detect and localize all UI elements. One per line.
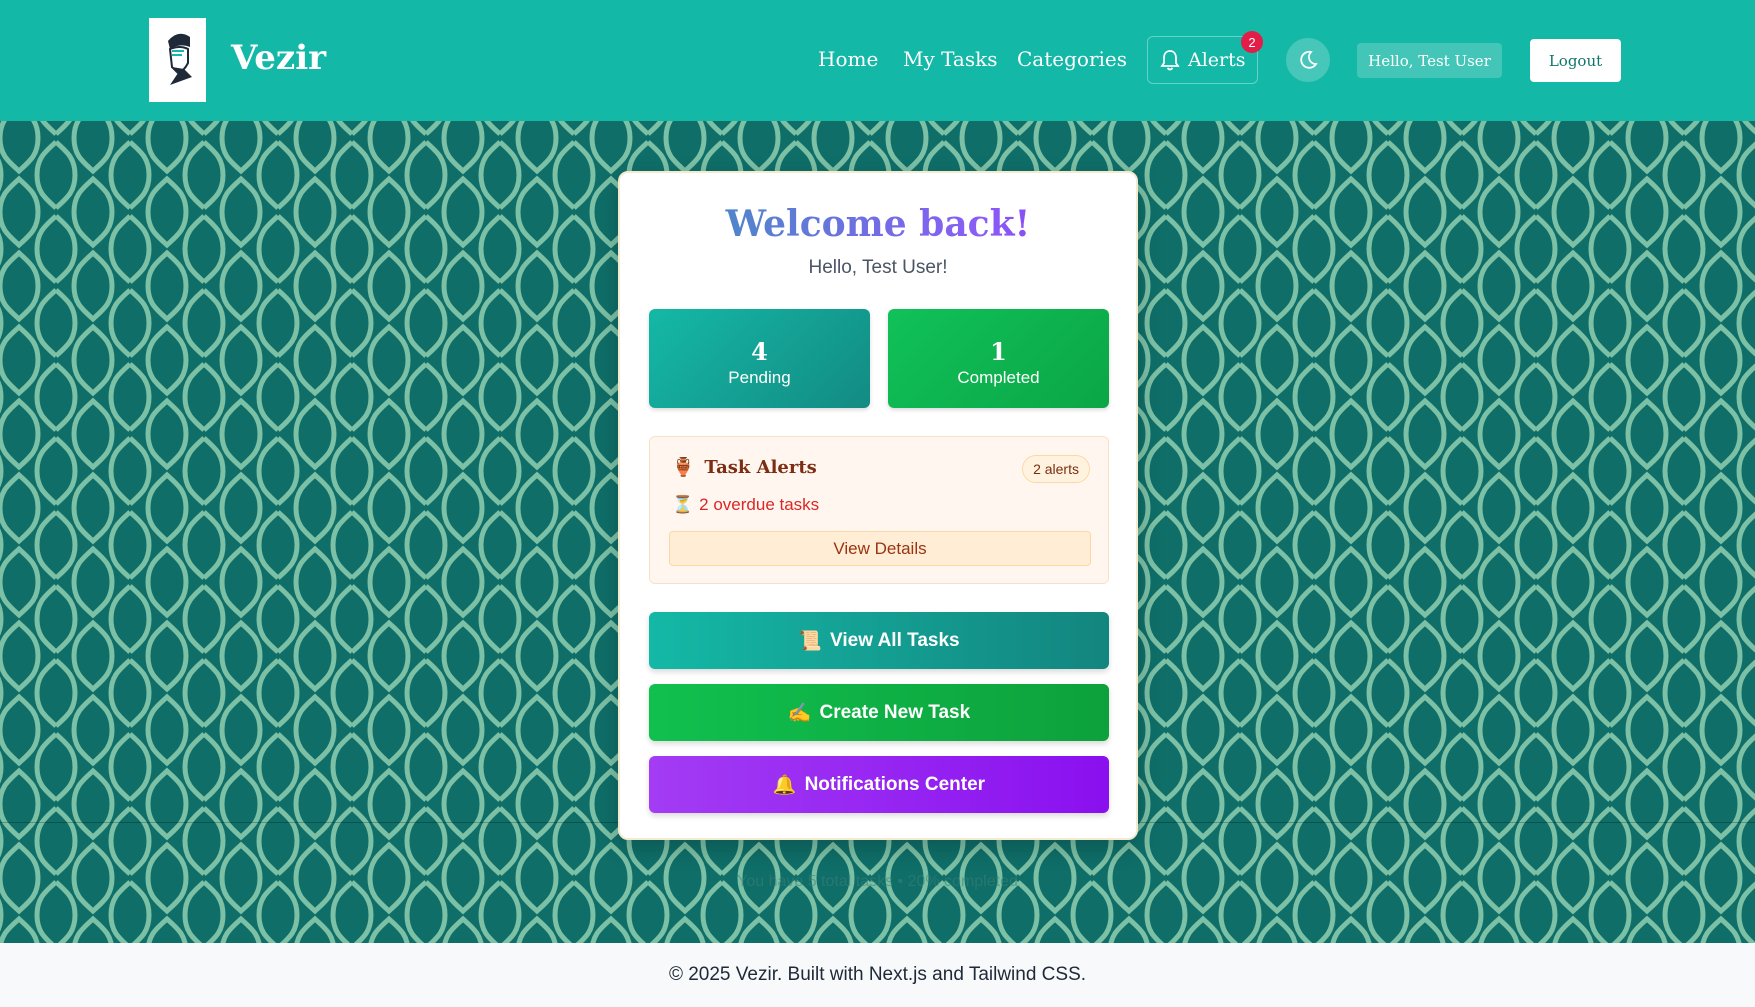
welcome-subtitle: Hello, Test User! xyxy=(808,257,948,278)
alerts-button[interactable]: Alerts 2 xyxy=(1147,31,1263,84)
completed-label: Completed xyxy=(957,368,1040,387)
nav-my-tasks[interactable]: My Tasks xyxy=(903,47,998,71)
task-alerts-heading: 🏺 Task Alerts xyxy=(672,457,817,478)
completed-stat-card[interactable]: 1 Completed xyxy=(888,309,1109,408)
alerts-count-badge: 2 alerts xyxy=(1022,455,1090,483)
notifications-center-button[interactable]: 🔔 Notifications Center xyxy=(649,756,1109,813)
notifications-center-label: Notifications Center xyxy=(804,773,986,795)
welcome-title: Welcome back! xyxy=(620,203,1136,245)
task-alerts-panel: 🏺 Task Alerts 2 alerts ⏳ 2 overdue tasks… xyxy=(649,436,1109,584)
alerts-label: Alerts xyxy=(1188,49,1246,71)
task-alerts-title: Task Alerts xyxy=(704,457,817,478)
vizier-portrait-icon xyxy=(167,33,192,85)
view-all-tasks-label: View All Tasks xyxy=(830,629,960,651)
user-greeting: Hello, Test User xyxy=(1357,43,1502,78)
view-details-button[interactable]: View Details xyxy=(669,531,1091,566)
top-navbar: Vezir Home My Tasks Categories Alerts 2 … xyxy=(0,0,1755,121)
logo[interactable] xyxy=(149,18,206,102)
pending-label: Pending xyxy=(728,368,791,387)
brand-name[interactable]: Vezir xyxy=(231,38,326,78)
bell-icon: 🔔 xyxy=(772,774,797,796)
pending-count: 4 xyxy=(751,337,768,366)
logout-button[interactable]: Logout xyxy=(1530,39,1621,82)
pending-stat-card[interactable]: 4 Pending xyxy=(649,309,870,408)
copyright-text: © 2025 Vezir. Built with Next.js and Tai… xyxy=(668,964,1087,985)
nav-categories[interactable]: Categories xyxy=(1017,47,1127,71)
alerts-count-badge: 2 xyxy=(1241,31,1263,53)
completed-count: 1 xyxy=(990,337,1007,366)
nav-home[interactable]: Home xyxy=(818,47,878,71)
hourglass-icon: ⏳ xyxy=(672,495,694,514)
moon-icon xyxy=(1300,50,1318,69)
page-footer: © 2025 Vezir. Built with Next.js and Tai… xyxy=(0,943,1755,1007)
view-all-tasks-button[interactable]: 📜 View All Tasks xyxy=(649,612,1109,669)
scroll-icon: 📜 xyxy=(798,630,823,652)
create-new-task-label: Create New Task xyxy=(819,701,971,723)
welcome-card: Welcome back! Hello, Test User! 4 Pendin… xyxy=(618,171,1138,840)
writing-hand-icon: ✍️ xyxy=(787,702,812,724)
vase-icon: 🏺 xyxy=(672,457,695,478)
task-summary-text: You have 5 total tasks • 20% completed xyxy=(737,873,1018,890)
overdue-label: 2 overdue tasks xyxy=(699,495,820,514)
overdue-tasks-text: ⏳ 2 overdue tasks xyxy=(672,495,819,515)
theme-toggle-button[interactable] xyxy=(1286,38,1330,82)
bell-icon xyxy=(1160,50,1180,71)
create-new-task-button[interactable]: ✍️ Create New Task xyxy=(649,684,1109,741)
